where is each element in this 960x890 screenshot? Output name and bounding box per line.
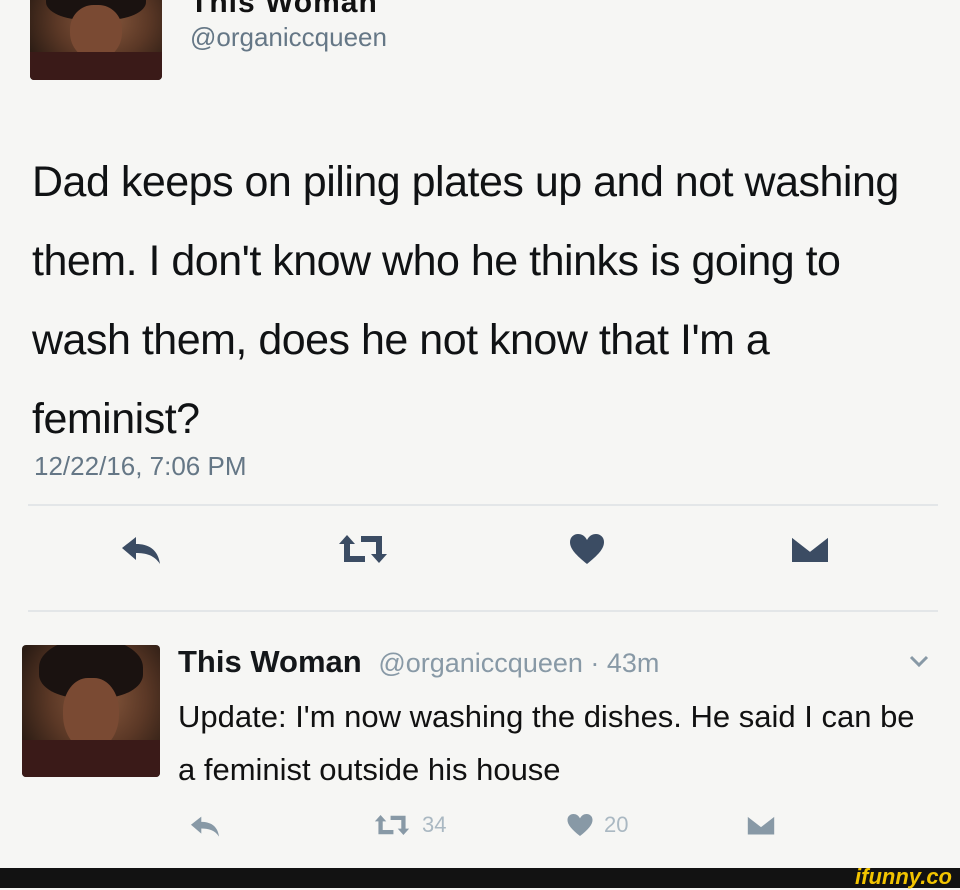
footer-bar: ifunny.co xyxy=(0,864,960,889)
envelope-icon xyxy=(746,814,776,836)
reply-arrow-icon xyxy=(118,534,164,568)
tweet-text: Dad keeps on piling plates up and not wa… xyxy=(32,158,899,443)
watermark: ifunny.co xyxy=(855,864,952,889)
divider xyxy=(28,610,938,612)
avatar-shirt xyxy=(22,740,160,777)
reply-like-button[interactable]: 20 xyxy=(566,812,628,838)
reply-arrow-icon xyxy=(188,814,222,840)
retweet-button[interactable] xyxy=(335,532,391,566)
reply-author-meta[interactable]: @organiccqueen · 43m xyxy=(378,648,659,678)
reply-reply-button[interactable] xyxy=(188,814,222,840)
heart-icon xyxy=(566,812,594,838)
reply-author-name[interactable]: This Woman xyxy=(178,644,362,679)
retweet-icon xyxy=(335,532,391,566)
reply-action-bar: 34 20 xyxy=(0,812,960,846)
divider xyxy=(28,504,938,506)
retweet-icon xyxy=(372,812,412,838)
reply-author-avatar[interactable] xyxy=(22,645,160,777)
tweet-author-handle[interactable]: @organiccqueen xyxy=(190,22,387,53)
like-button[interactable] xyxy=(568,532,606,566)
tweet-timestamp[interactable]: 12/22/16, 7:06 PM xyxy=(34,451,246,482)
author-avatar[interactable] xyxy=(30,0,162,80)
reply-text: Update: I'm now washing the dishes. He s… xyxy=(178,699,915,787)
retweet-count: 34 xyxy=(422,812,447,837)
direct-message-button[interactable] xyxy=(790,534,830,564)
heart-icon xyxy=(568,532,606,566)
reply-retweet-button[interactable]: 34 xyxy=(372,812,446,838)
tweet-action-bar xyxy=(0,530,960,570)
envelope-icon xyxy=(790,534,830,564)
like-count: 20 xyxy=(604,812,629,837)
reply-button[interactable] xyxy=(118,534,164,568)
reply-header: This Woman @organiccqueen · 43m xyxy=(178,644,659,680)
avatar-shirt xyxy=(30,52,162,80)
reply-direct-message-button[interactable] xyxy=(746,814,776,836)
tweet-author-name[interactable]: This Woman xyxy=(190,0,378,20)
chevron-down-icon[interactable] xyxy=(908,650,930,672)
